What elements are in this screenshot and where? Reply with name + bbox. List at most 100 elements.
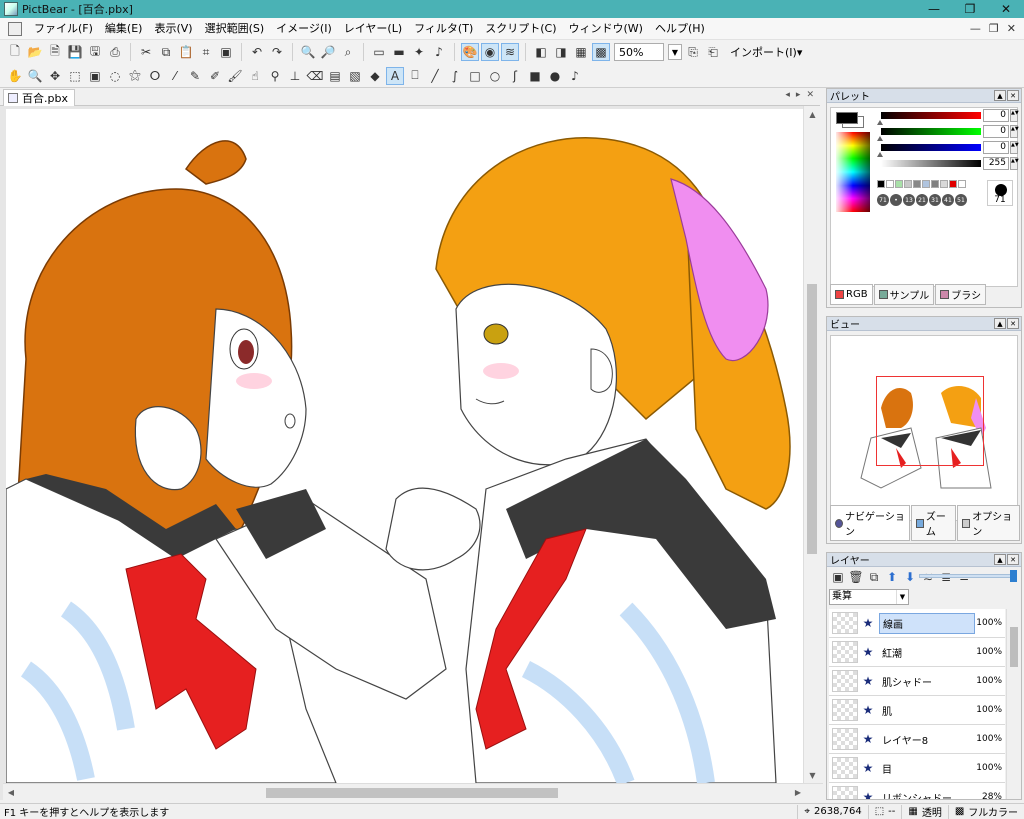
opacity-slider-knob[interactable]: [1010, 570, 1017, 582]
zoom-combobox[interactable]: 50%: [614, 43, 664, 61]
gradient-icon[interactable]: ▤: [326, 67, 344, 85]
transform-icon[interactable]: ▣: [217, 43, 235, 61]
filled-freeform-icon[interactable]: ♪: [566, 67, 584, 85]
red-slider-marker[interactable]: [877, 120, 883, 125]
lasso-icon[interactable]: ⵔ: [146, 67, 164, 85]
curve-tool-icon[interactable]: ∫: [446, 67, 464, 85]
layer-row[interactable]: ★ 肌 100%: [829, 696, 1005, 725]
green-slider-marker[interactable]: [877, 136, 883, 141]
blue-slider-marker[interactable]: [877, 152, 883, 157]
visibility-star-icon[interactable]: ★: [861, 790, 875, 799]
open-recent-icon[interactable]: 🗎: [46, 43, 64, 61]
tab-navigation[interactable]: ナビゲーション: [830, 505, 910, 541]
color-swatch[interactable]: [949, 180, 957, 188]
panel-close-icon[interactable]: ✕: [1007, 318, 1019, 329]
menu-view[interactable]: 表示(V): [148, 18, 198, 40]
color-swatch[interactable]: [895, 180, 903, 188]
visibility-star-icon[interactable]: ★: [861, 703, 875, 717]
copy-icon[interactable]: ⧉: [157, 43, 175, 61]
image-window-icon[interactable]: ▭: [370, 43, 388, 61]
layer-down-icon[interactable]: ⬇: [902, 569, 918, 585]
layer-up-icon[interactable]: ⬆: [884, 569, 900, 585]
airbrush-icon[interactable]: ✐: [206, 67, 224, 85]
visibility-star-icon[interactable]: ★: [861, 674, 875, 688]
hand-tool-icon[interactable]: ✋: [6, 67, 24, 85]
tab-prev-icon[interactable]: ◂: [785, 90, 790, 100]
import-button[interactable]: インポート(I)▾: [730, 44, 802, 60]
cut-icon[interactable]: ✂: [137, 43, 155, 61]
chevron-down-icon[interactable]: ▼: [668, 44, 682, 60]
scroll-down-icon[interactable]: ▼: [804, 767, 821, 783]
menu-layer[interactable]: レイヤー(L): [338, 18, 408, 40]
brush-preset[interactable]: 31: [929, 194, 941, 206]
color-swatch[interactable]: [940, 180, 948, 188]
red-slider[interactable]: [881, 112, 981, 119]
rectangle-tool-icon[interactable]: □: [466, 67, 484, 85]
maximize-button[interactable]: ❐: [952, 0, 988, 18]
visibility-star-icon[interactable]: ★: [861, 616, 875, 630]
scanner-icon[interactable]: ⎗: [704, 43, 722, 61]
minimize-button[interactable]: —: [916, 0, 952, 18]
close-button[interactable]: ✕: [988, 0, 1024, 18]
delete-layer-icon[interactable]: 🗑: [848, 569, 864, 585]
color-mode-icon[interactable]: ▩: [592, 43, 610, 61]
alpha-value-field[interactable]: 255: [983, 157, 1009, 170]
scroll-left-icon[interactable]: ◀: [3, 784, 19, 801]
zoom-fit-icon[interactable]: ⌕: [339, 43, 357, 61]
scroll-up-icon[interactable]: ▲: [804, 106, 821, 122]
vertical-scroll-thumb[interactable]: [807, 284, 817, 554]
menu-window[interactable]: ウィンドウ(W): [563, 18, 649, 40]
layer-row[interactable]: ★ 紅潮 100%: [829, 638, 1005, 667]
color-swatch[interactable]: [931, 180, 939, 188]
layer-row[interactable]: ★ レイヤー8 100%: [829, 725, 1005, 754]
panel-close-icon[interactable]: ✕: [1007, 90, 1019, 101]
print-icon[interactable]: ⎙: [106, 43, 124, 61]
tab-option[interactable]: オプション: [957, 505, 1020, 541]
save-all-icon[interactable]: 🖫: [86, 43, 104, 61]
freeform-tool-icon[interactable]: ʃ: [506, 67, 524, 85]
green-slider[interactable]: [881, 128, 981, 135]
brush-preset[interactable]: 71: [877, 194, 889, 206]
menu-selection[interactable]: 選択範囲(S): [199, 18, 271, 40]
zoom-in-icon[interactable]: 🔍: [299, 43, 317, 61]
stamp-icon[interactable]: ⊥: [286, 67, 304, 85]
visibility-star-icon[interactable]: ★: [861, 645, 875, 659]
layer-list-scrollbar[interactable]: [1006, 609, 1020, 799]
color-swatch[interactable]: [904, 180, 912, 188]
green-value-field[interactable]: 0: [983, 125, 1009, 138]
smudge-icon[interactable]: ☝: [246, 67, 264, 85]
panel-close-icon[interactable]: ✕: [1007, 554, 1019, 565]
grid-icon[interactable]: ▦: [572, 43, 590, 61]
select-all-icon[interactable]: ▣: [86, 67, 104, 85]
alpha-spinner[interactable]: ▲▼: [1010, 157, 1019, 170]
panel-collapse-icon[interactable]: ▲: [994, 90, 1006, 101]
color-spectrum[interactable]: [836, 132, 870, 212]
scroll-right-icon[interactable]: ▶: [790, 784, 806, 801]
color-swatch[interactable]: [922, 180, 930, 188]
save-icon[interactable]: 💾: [66, 43, 84, 61]
new-file-icon[interactable]: 🗋: [6, 43, 24, 61]
paste-icon[interactable]: 📋: [177, 43, 195, 61]
red-spinner[interactable]: ▲▼: [1010, 109, 1019, 122]
brush-preset[interactable]: 41: [942, 194, 954, 206]
mdi-close-button[interactable]: ✕: [1007, 22, 1016, 35]
color-swatch[interactable]: [877, 180, 885, 188]
layer-scroll-thumb[interactable]: [1010, 627, 1018, 667]
mdi-restore-button[interactable]: ❐: [989, 22, 999, 35]
menu-filter[interactable]: フィルタ(T): [408, 18, 479, 40]
menu-help[interactable]: ヘルプ(H): [649, 18, 711, 40]
alpha-slider[interactable]: [881, 160, 981, 167]
brush-preset[interactable]: 51: [955, 194, 967, 206]
ellipse-select-icon[interactable]: ◌: [106, 67, 124, 85]
tab-next-icon[interactable]: ▸: [796, 90, 801, 100]
brush-preset[interactable]: 21: [916, 194, 928, 206]
eyedropper-icon[interactable]: ⁄: [166, 67, 184, 85]
color-swatch[interactable]: [886, 180, 894, 188]
mdi-minimize-button[interactable]: —: [970, 22, 981, 35]
tab-close-icon[interactable]: ✕: [806, 90, 814, 100]
tab-brush[interactable]: ブラシ: [935, 284, 987, 305]
crop-icon[interactable]: ⌗: [197, 43, 215, 61]
layers-toggle-icon[interactable]: ≋: [501, 43, 519, 61]
sound-icon[interactable]: ♪: [430, 43, 448, 61]
zoom-out-icon[interactable]: 🔎: [319, 43, 337, 61]
